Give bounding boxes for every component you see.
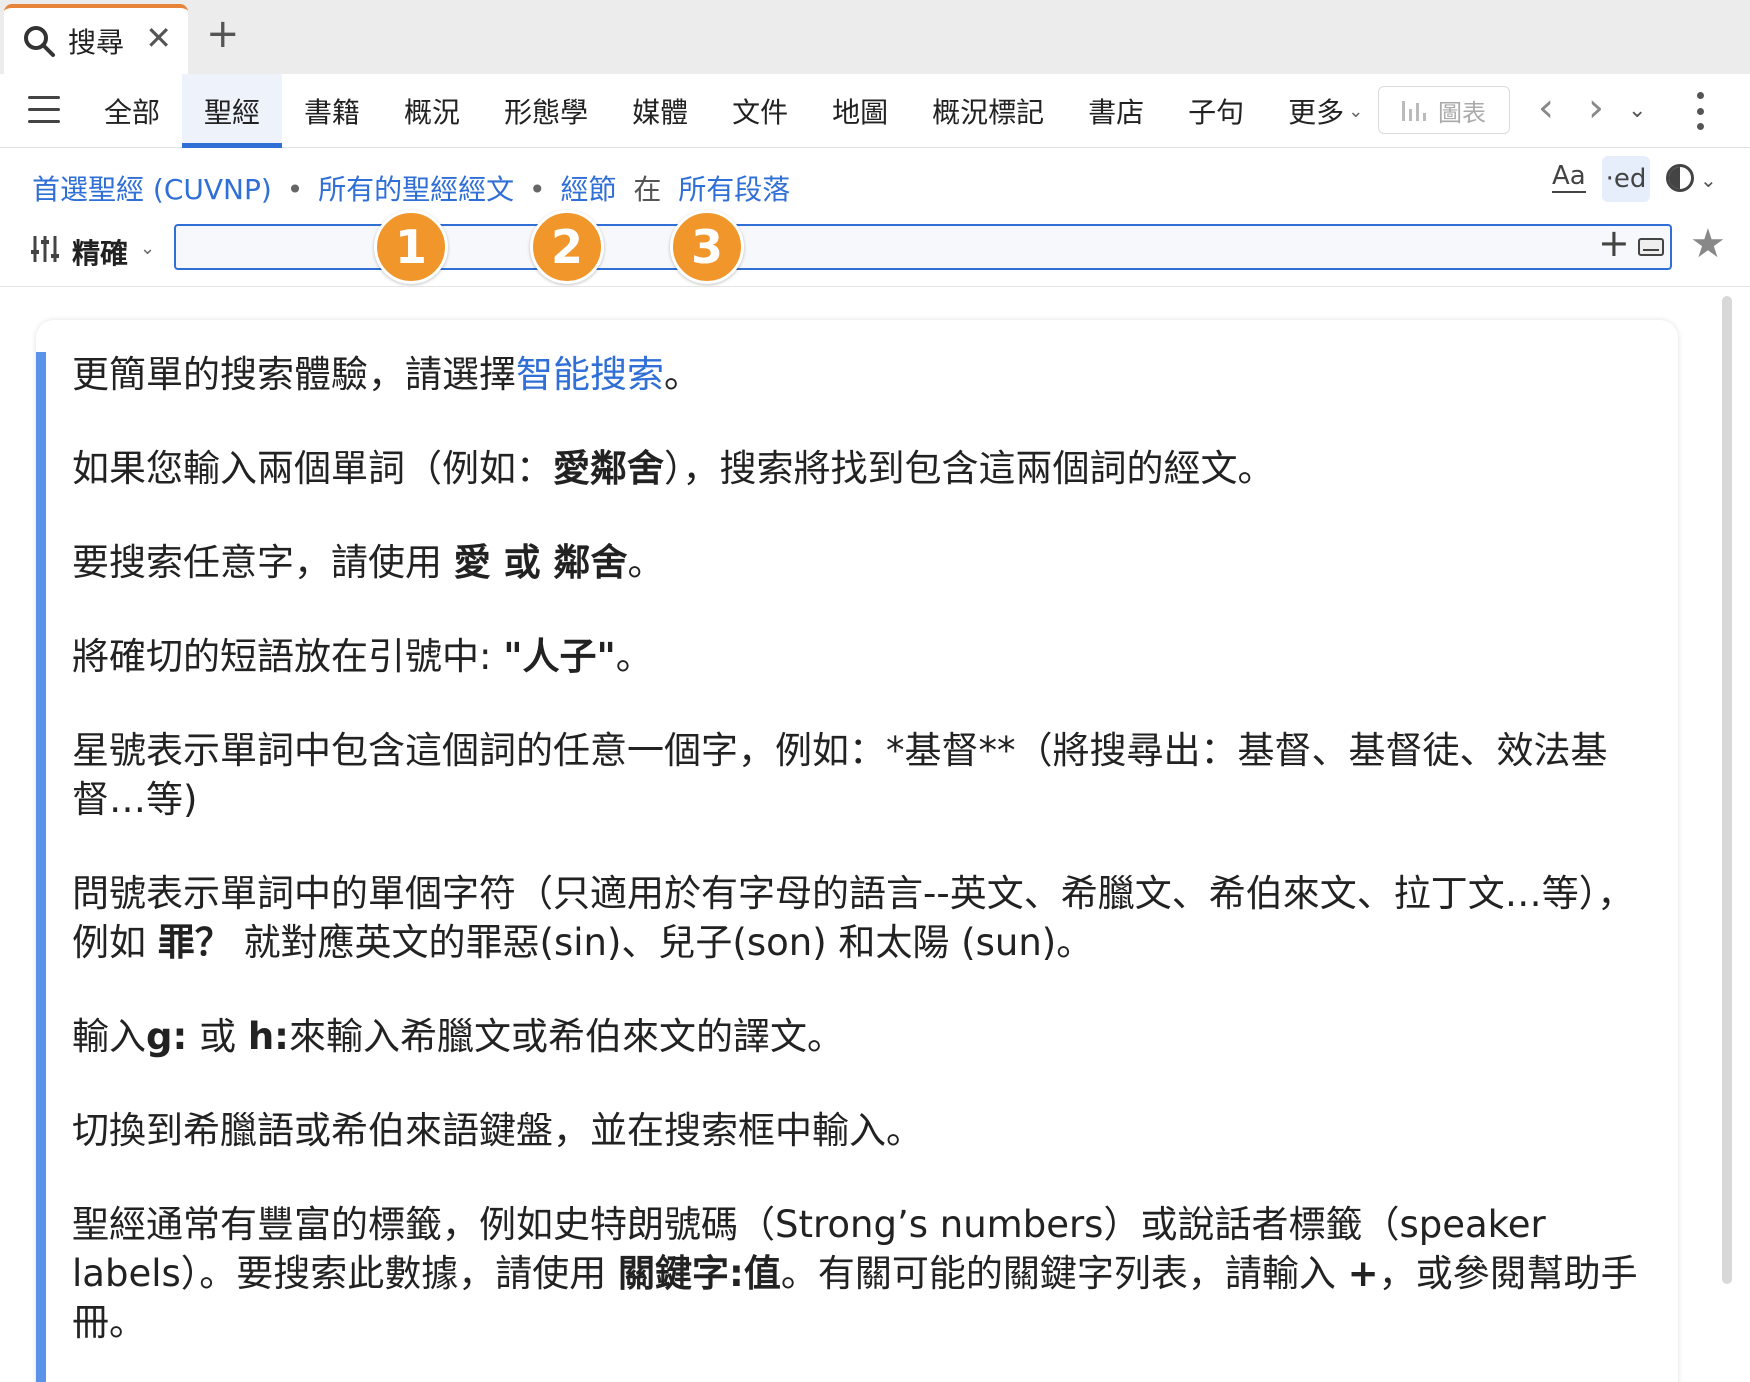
range-link[interactable]: 所有段落 [678,173,790,206]
help-paragraph: 輸入g: 或 h:來輸入希臘文或希伯來文的譯文。 [72,1015,844,1058]
font-size-button[interactable]: Aa [1552,162,1586,193]
tab-all[interactable]: 全部 [82,74,182,148]
tab-documents[interactable]: 文件 [710,74,810,148]
tab-search[interactable]: 搜尋 ✕ [4,4,188,74]
add-icon[interactable]: + [1598,224,1630,262]
help-text: 更簡單的搜索體驗，請選擇智能搜索。 如果您輸入兩個單詞（例如：愛鄰舍），搜索將找… [72,350,1652,1382]
chevron-left-icon[interactable]: ‹ [1538,88,1554,128]
tab-clauses[interactable]: 子句 [1166,74,1266,148]
callout-badge-1: 1 [374,210,448,284]
tab-media[interactable]: 媒體 [610,74,710,148]
chevron-down-icon[interactable]: ⌄ [140,238,155,259]
help-paragraph: 切換到希臘語或希伯來語鍵盤，並在搜索框中輸入。 [72,1109,923,1152]
search-icon [24,26,55,57]
divider [0,286,1750,287]
callout-badge-3: 3 [670,210,744,284]
bar-chart-icon [1402,99,1426,121]
close-icon[interactable]: ✕ [145,22,172,54]
nav-tabs: 全部 聖經 書籍 概況 形態學 媒體 文件 地圖 概況標記 書店 子句 更多 ⌄ [82,74,1385,148]
separator: • [286,173,304,206]
tab-strip: 搜尋 ✕ + [0,0,1750,74]
help-paragraph: 將確切的短語放在引號中: "人子"。 [72,635,653,678]
search-help-card: 更簡單的搜索體驗，請選擇智能搜索。 如果您輸入兩個單詞（例如：愛鄰舍），搜索將找… [36,320,1678,1382]
edit-display-button[interactable]: ·ed [1602,156,1650,202]
contrast-icon[interactable] [1666,164,1694,192]
tab-store[interactable]: 書店 [1066,74,1166,148]
tab-overview[interactable]: 概況 [382,74,482,148]
help-paragraph: 星號表示單詞中包含這個詞的任意一個字，例如：*基督**（將搜尋出：基督、基督徒、… [72,729,1608,821]
chart-button-label: 圖表 [1438,98,1486,127]
search-criteria: 首選聖經 (CUVNP) • 所有的聖經經文 • 經節 在 所有段落 [32,168,790,208]
tab-more-label: 更多 [1288,96,1345,129]
chevron-down-icon: ⌄ [1348,100,1364,122]
tab-overview-tags[interactable]: 概況標記 [910,74,1066,148]
help-paragraph: 如果您輸入兩個單詞（例如：愛鄰舍），搜索將找到包含這兩個詞的經文。 [72,447,1275,490]
new-tab-button[interactable]: + [206,14,240,54]
help-paragraph: 更簡單的搜索體驗，請選擇智能搜索。 [72,353,701,396]
filter-sliders-icon[interactable] [30,234,60,264]
chevron-down-icon[interactable]: ⌄ [1700,168,1717,192]
tab-books[interactable]: 書籍 [282,74,382,148]
unit-link[interactable]: 經節 [560,173,616,206]
history-dropdown-icon[interactable]: ⌄ [1628,98,1646,123]
in-label: 在 [633,173,662,206]
help-paragraph: 問號表示單詞中的單個字符（只適用於有字母的語言--英文、希臘文、希伯來文、拉丁文… [72,872,1635,964]
scope-link[interactable]: 所有的聖經經文 [318,173,514,206]
card-accent-bar [36,352,46,1382]
chevron-right-icon[interactable]: › [1588,88,1604,128]
help-paragraph: 要搜索任意字，請使用 愛 或 鄰舍。 [72,541,665,584]
match-mode-label[interactable]: 精確 [72,232,128,272]
help-paragraph: 聖經通常有豐富的標籤，例如史特朗號碼（Strong’s numbers）或說話者… [72,1203,1638,1344]
tab-morphology[interactable]: 形態學 [482,74,610,148]
tab-maps[interactable]: 地圖 [810,74,910,148]
tab-more[interactable]: 更多 ⌄ [1266,74,1385,148]
tab-bible[interactable]: 聖經 [182,74,283,148]
more-options-icon[interactable] [1696,92,1704,130]
scrollbar[interactable] [1722,296,1732,1284]
keyboard-icon[interactable] [1638,238,1664,256]
star-icon[interactable]: ★ [1690,224,1726,264]
preferred-bible-link[interactable]: 首選聖經 (CUVNP) [32,173,272,206]
chart-button[interactable]: 圖表 [1378,86,1510,134]
nav-bar: 全部 聖經 書籍 概況 形態學 媒體 文件 地圖 概況標記 書店 子句 更多 ⌄… [0,74,1750,148]
callout-badge-2: 2 [530,210,604,284]
tab-title: 搜尋 [68,26,125,59]
separator: • [529,173,546,206]
menu-icon[interactable] [28,96,60,124]
smart-search-link[interactable]: 智能搜索 [516,353,664,396]
